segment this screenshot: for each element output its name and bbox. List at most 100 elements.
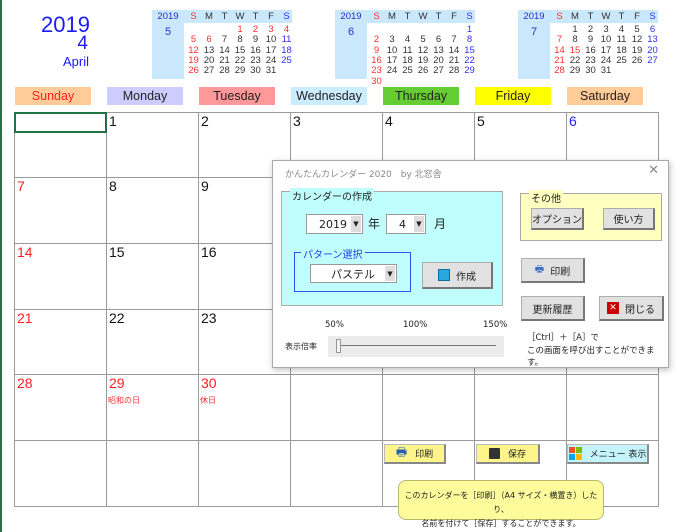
red-x-icon: ✕ (607, 302, 619, 314)
mini-dow: M (205, 11, 213, 22)
zoom-tick-50: 50% (325, 320, 344, 330)
mini-dow: W (601, 11, 611, 22)
mini-day: 26 (188, 65, 199, 77)
day-cell[interactable]: 4 (385, 113, 393, 129)
mini-day: 31 (265, 65, 277, 77)
zoom-slider-thumb[interactable] (336, 339, 341, 353)
mini-dow: F (451, 11, 457, 22)
mini-month: 6 (335, 23, 367, 79)
year-select[interactable]: 2019 ▼ (306, 214, 363, 234)
mini-day: 25 (281, 54, 292, 66)
other-group: その他 オプション 使い方 (520, 190, 662, 241)
day-cell[interactable]: 23 (201, 310, 217, 326)
mini-dow: W (418, 11, 428, 22)
mini-day: 11 (616, 34, 627, 46)
mini-day: 30 (371, 75, 382, 87)
mini-month: 7 (518, 23, 550, 79)
mini-day: 25 (616, 54, 627, 66)
mini-year: 2019 (152, 10, 184, 23)
mini-day: 27 (433, 65, 444, 77)
mini-dow: T (587, 11, 594, 22)
history-button[interactable]: 更新履歴 (521, 296, 585, 321)
windows-logo-icon (568, 447, 582, 460)
mini-day: 27 (203, 65, 215, 77)
mini-day: 26 (631, 54, 643, 66)
mini-dow: F (268, 11, 274, 22)
mini-dow: S (556, 11, 563, 22)
day-cell[interactable]: 14 (17, 244, 33, 260)
mini-day: 29 (464, 65, 475, 77)
day-cell[interactable]: 30 (201, 375, 217, 391)
howto-button[interactable]: 使い方 (603, 208, 655, 230)
mini-dow: T (221, 11, 228, 22)
mini-dow: S (283, 11, 290, 22)
weekday-header-saturday: Saturday (567, 87, 643, 105)
day-cell[interactable]: 21 (17, 310, 33, 326)
day-cell[interactable]: 8 (109, 178, 117, 194)
mini-day: 7 (451, 34, 457, 46)
mini-day: 5 (190, 34, 197, 46)
zoom-tick-100: 100% (403, 320, 428, 330)
close-button[interactable]: ✕ 閉じる (599, 296, 664, 321)
create-button[interactable]: 作成 (422, 262, 493, 289)
create-group: カレンダーの作成 2019 ▼ 年 4 ▼ 月 パターン選択 パステル ▼ 作成 (281, 188, 503, 306)
mini-day: 28 (554, 65, 565, 77)
mini-calendar: 2019 5 S M T W T F S 1 2 3 4 5 6 7 8 9 10 11 12 13 14 15 16 17 18 1… (152, 10, 292, 79)
day-cell[interactable]: 1 (109, 113, 117, 129)
dialog-close-x-icon[interactable]: ✕ (648, 163, 659, 178)
mini-dow: S (373, 11, 380, 22)
day-cell[interactable]: 15 (109, 244, 125, 260)
mini-day: 26 (417, 65, 429, 77)
selected-cell[interactable] (14, 112, 107, 133)
weekday-header-friday: Friday (475, 87, 551, 105)
mini-dow: F (634, 11, 640, 22)
mini-day: 5 (420, 34, 426, 46)
hint-line1: ［Ctrl］＋［A］で (527, 333, 599, 343)
mini-day: 28 (448, 65, 460, 77)
mini-dow: S (466, 11, 473, 22)
day-cell[interactable]: 5 (477, 113, 485, 129)
mini-day: 3 (389, 34, 395, 46)
sheet-save-button[interactable]: 保存 (476, 444, 540, 464)
calendar-grid-icon (438, 269, 450, 281)
printer-icon: 🖶 (534, 263, 545, 275)
mini-dow: W (235, 11, 245, 22)
hint-line2: この画面を呼び出すことができます。 (527, 346, 655, 368)
sheet-print-button[interactable]: 🖶 印刷 (384, 444, 446, 464)
tooltip: このカレンダーを［印刷］（A4 サイズ・横置き）したり、 名前を付けて［保存］す… (398, 480, 604, 528)
pattern-select[interactable]: パステル ▼ (310, 264, 397, 283)
day-cell[interactable]: 16 (201, 244, 217, 260)
mini-month: 5 (152, 23, 184, 79)
day-cell[interactable]: 28 (17, 375, 33, 391)
options-button[interactable]: オプション (531, 208, 584, 230)
day-cell[interactable]: 3 (293, 113, 301, 129)
mini-day: 30 (585, 65, 596, 77)
holiday-label: 昭和の日 (108, 396, 140, 405)
day-cell[interactable]: 9 (201, 178, 209, 194)
day-cell[interactable]: 2 (201, 113, 209, 129)
mini-dow: M (388, 11, 396, 22)
mini-day: 25 (402, 65, 413, 77)
calendar-dialog: かんたんカレンダー 2020 by 北窓舎 ✕ カレンダーの作成 2019 ▼ 年… (272, 160, 669, 368)
print-button[interactable]: 🖶 印刷 (521, 258, 585, 283)
grid-line (14, 440, 659, 441)
day-cell[interactable]: 6 (569, 113, 577, 129)
zoom-slider[interactable] (328, 336, 504, 357)
month-heading: 4 (77, 33, 88, 54)
dropdown-arrow-icon: ▼ (414, 216, 424, 232)
mini-day: 9 (587, 34, 594, 46)
menu-show-button[interactable]: メニュー 表示 (567, 444, 649, 464)
holiday-label: 休日 (200, 396, 216, 405)
day-cell[interactable]: 22 (109, 310, 125, 326)
month-select[interactable]: 4 ▼ (386, 214, 426, 234)
mini-dow: S (190, 11, 197, 22)
pattern-group: パターン選択 パステル ▼ (294, 246, 411, 292)
zoom-tick-150: 150% (483, 320, 508, 330)
mini-year: 2019 (335, 10, 367, 23)
mini-calendar: 2019 6 S M T W T F S 1 2 3 4 5 6 7 8 9 10 11 12 13 14 15 16 17 18 1… (335, 10, 475, 86)
day-cell[interactable]: 29 (109, 375, 125, 391)
day-cell[interactable]: 7 (17, 178, 25, 194)
mini-day: 24 (386, 65, 398, 77)
dropdown-arrow-icon: ▼ (351, 216, 361, 232)
mini-day: 27 (647, 54, 658, 66)
